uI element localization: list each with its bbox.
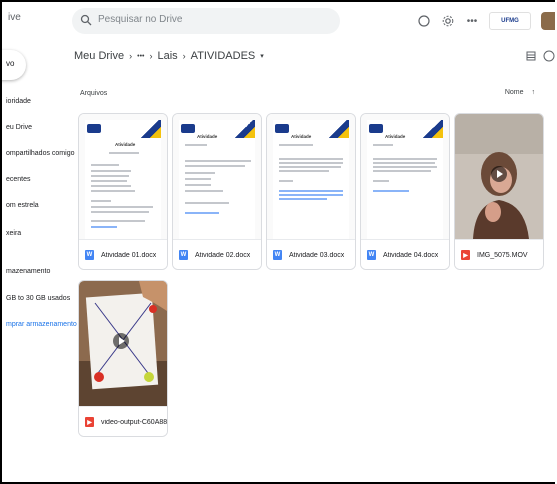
document-title: Atividade xyxy=(385,134,406,139)
play-icon[interactable] xyxy=(491,166,507,182)
play-icon[interactable] xyxy=(113,333,129,349)
docx-file-icon: W xyxy=(367,250,376,260)
file-name: Atividade 03.docx xyxy=(289,251,345,259)
sort-label[interactable]: Nome xyxy=(505,89,524,96)
new-button[interactable]: vo xyxy=(2,50,26,80)
sidebar-item-priority[interactable]: ioridade xyxy=(6,98,31,105)
main-content: Meu Drive › ••• › Lais › ATIVIDADES ▾ Ar… xyxy=(70,40,555,480)
document-title: Atividade xyxy=(197,134,218,139)
file-card[interactable]: Atividade W Atividade 04.docx xyxy=(360,113,450,270)
document-logo xyxy=(275,124,289,133)
chevron-right-icon: › xyxy=(182,51,186,61)
file-name: Atividade 01.docx xyxy=(101,251,157,259)
breadcrumb-current[interactable]: ATIVIDADES xyxy=(191,50,256,62)
sort-control[interactable]: Nome ↑ xyxy=(505,89,535,96)
list-view-icon[interactable] xyxy=(525,50,537,62)
caret-down-icon[interactable]: ▾ xyxy=(260,52,264,60)
file-name: IMG_5075.MOV xyxy=(477,251,528,259)
file-caption[interactable]: W Atividade 04.docx xyxy=(361,239,449,269)
document-preview: Atividade xyxy=(85,120,161,239)
file-card[interactable]: ▶ video-output-C60A887-E1... xyxy=(78,280,168,437)
document-preview: Atividade xyxy=(273,120,349,239)
file-name: Atividade 02.docx xyxy=(195,251,251,259)
settings-icon[interactable] xyxy=(441,14,455,28)
file-caption[interactable]: W Atividade 01.docx xyxy=(79,239,167,269)
sidebar-item-starred[interactable]: om estrela xyxy=(6,202,39,209)
docx-file-icon: W xyxy=(273,250,282,260)
help-icon[interactable] xyxy=(417,14,431,28)
file-name: video-output-C60A887-E1... xyxy=(101,418,167,426)
file-thumbnail[interactable]: Atividade xyxy=(361,114,449,239)
file-card[interactable]: Atividade W Atividade 03.docx xyxy=(266,113,356,270)
file-card[interactable]: Atividade W Atividade 02.docx xyxy=(172,113,262,270)
files-section-label: Arquivos xyxy=(80,90,108,97)
file-thumbnail[interactable]: Atividade xyxy=(173,114,261,239)
sidebar-item-trash[interactable]: xeira xyxy=(6,230,21,237)
sidebar-item-recent[interactable]: ecentes xyxy=(6,176,31,183)
arrow-up-icon[interactable]: ↑ xyxy=(532,89,536,96)
document-preview: Atividade xyxy=(179,120,255,239)
drive-window: ive Pesquisar no Drive ••• UFMG vo iorid… xyxy=(0,0,555,484)
view-controls xyxy=(525,50,555,62)
search-box[interactable]: Pesquisar no Drive xyxy=(72,8,340,34)
file-card[interactable]: ▶ IMG_5075.MOV xyxy=(454,113,544,270)
org-logo: UFMG xyxy=(489,12,531,30)
avatar[interactable] xyxy=(541,12,555,30)
docx-file-icon: W xyxy=(179,250,188,260)
apps-icon[interactable]: ••• xyxy=(465,14,479,28)
app-brand[interactable]: ive xyxy=(8,12,21,23)
document-corner-graphic xyxy=(139,120,161,138)
search-placeholder: Pesquisar no Drive xyxy=(98,14,183,25)
docx-file-icon: W xyxy=(85,250,94,260)
info-icon[interactable] xyxy=(543,50,555,62)
org-logo-text: UFMG xyxy=(501,18,519,24)
breadcrumb-root[interactable]: Meu Drive xyxy=(74,50,124,62)
document-logo xyxy=(181,124,195,133)
video-file-icon: ▶ xyxy=(461,250,470,260)
file-name: Atividade 04.docx xyxy=(383,251,439,259)
buy-storage-link[interactable]: mprar armazenamento xyxy=(6,321,77,328)
sidebar-item-shared[interactable]: ompartilhados comigo xyxy=(6,150,74,157)
file-thumbnail[interactable] xyxy=(79,281,167,406)
breadcrumb-more[interactable]: ••• xyxy=(137,53,144,60)
document-logo xyxy=(369,124,383,133)
file-thumbnail[interactable]: Atividade xyxy=(267,114,355,239)
sidebar-item-storage[interactable]: mazenamento xyxy=(6,268,50,275)
document-preview: Atividade xyxy=(367,120,443,239)
document-title: Atividade xyxy=(291,134,312,139)
document-corner-graphic xyxy=(421,120,443,138)
sidebar-item-my-drive[interactable]: eu Drive xyxy=(6,124,32,131)
document-corner-graphic xyxy=(327,120,349,138)
video-file-icon: ▶ xyxy=(85,417,94,427)
breadcrumb-parent[interactable]: Lais xyxy=(157,50,177,62)
file-caption[interactable]: W Atividade 02.docx xyxy=(173,239,261,269)
document-corner-graphic xyxy=(233,120,255,138)
breadcrumb: Meu Drive › ••• › Lais › ATIVIDADES ▾ xyxy=(74,50,264,62)
file-caption[interactable]: ▶ video-output-C60A887-E1... xyxy=(79,406,167,436)
chevron-right-icon: › xyxy=(149,51,153,61)
file-thumbnail[interactable] xyxy=(455,114,543,239)
chevron-right-icon: › xyxy=(129,51,133,61)
top-icons: ••• UFMG xyxy=(417,10,555,32)
file-thumbnail[interactable]: Atividade xyxy=(79,114,167,239)
file-card[interactable]: Atividade W Atividade 01.docx xyxy=(78,113,168,270)
file-caption[interactable]: W Atividade 03.docx xyxy=(267,239,355,269)
sidebar: vo ioridade eu Drive ompartilhados comig… xyxy=(2,40,77,480)
document-title: Atividade xyxy=(115,142,136,147)
search-icon[interactable] xyxy=(80,14,92,26)
file-caption[interactable]: ▶ IMG_5075.MOV xyxy=(455,239,543,269)
top-bar: ive Pesquisar no Drive ••• UFMG xyxy=(2,2,555,40)
new-button-label: vo xyxy=(6,59,15,68)
storage-usage-text: GB to 30 GB usados xyxy=(6,295,71,302)
document-logo xyxy=(87,124,101,133)
